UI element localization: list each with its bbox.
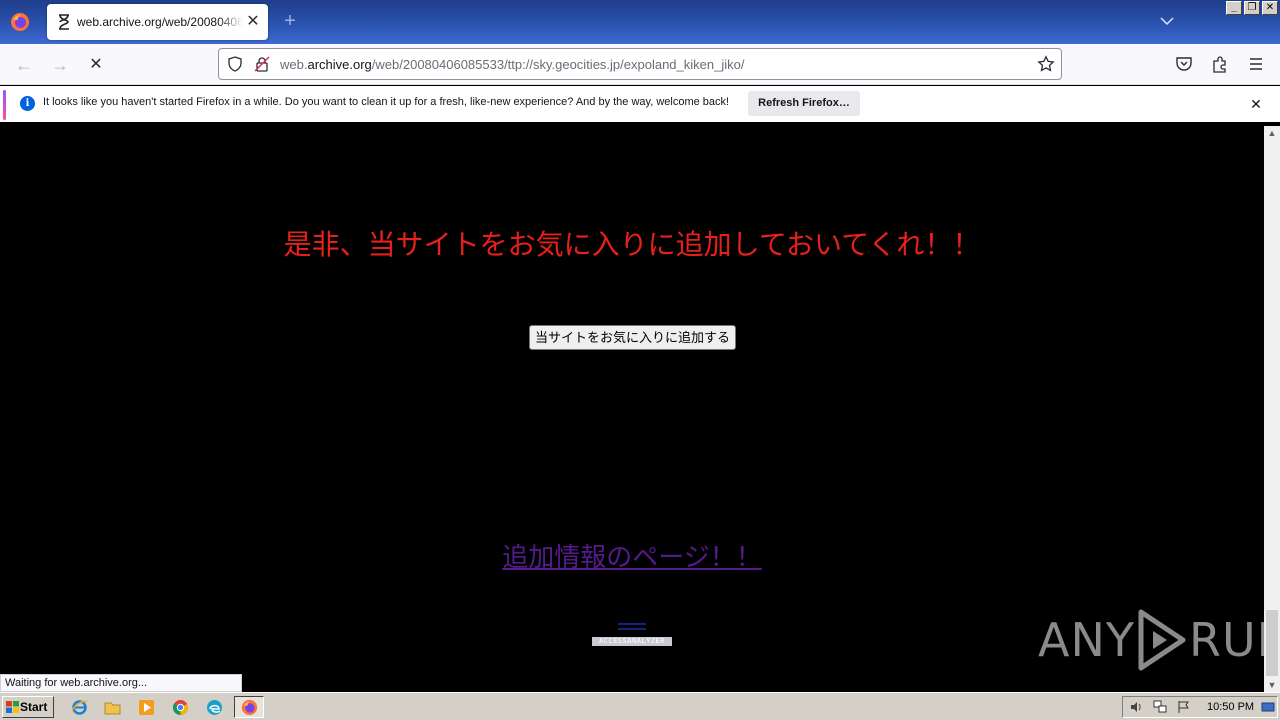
action-center-flag-icon[interactable]	[1177, 700, 1191, 714]
file-explorer-icon[interactable]	[104, 699, 121, 716]
insecure-lock-icon[interactable]	[254, 56, 270, 72]
network-icon[interactable]	[1153, 700, 1167, 714]
start-label: Start	[20, 700, 48, 714]
anyrun-watermark: ANY RUN	[1038, 608, 1280, 672]
status-panel: Waiting for web.archive.org...	[0, 674, 242, 692]
list-all-tabs-icon[interactable]	[1158, 12, 1176, 30]
url-bar[interactable]: web.archive.org/web/20080406085533/ttp:/…	[218, 48, 1062, 80]
scroll-down-arrow-icon[interactable]: ▼	[1264, 678, 1280, 692]
close-window-icon[interactable]: ✕	[1262, 1, 1278, 15]
notification-message: It looks like you haven't started Firefo…	[43, 96, 730, 108]
navigation-toolbar: ← → ✕ web.archive.org/web/20080406085533…	[0, 44, 1280, 85]
firefox-taskbar-button[interactable]	[234, 696, 264, 718]
access-analyzer-badge[interactable]: ACCESSANALYZER	[592, 637, 672, 646]
scroll-thumb[interactable]	[1266, 610, 1278, 676]
media-player-icon[interactable]	[138, 699, 155, 716]
bookmark-star-icon[interactable]	[1037, 55, 1055, 73]
restore-icon[interactable]: ❐	[1244, 1, 1260, 15]
edge-icon[interactable]	[206, 699, 223, 716]
add-to-favorites-button[interactable]: 当サイトをお気に入りに追加する	[529, 325, 736, 350]
tracking-protection-shield-icon[interactable]	[227, 56, 243, 72]
start-button[interactable]: Start	[2, 696, 54, 718]
window-controls: _ ❐ ✕	[1226, 1, 1278, 16]
tab-title: web.archive.org/web/20080406085533/ttp:/…	[77, 15, 243, 29]
minimize-icon[interactable]: _	[1226, 1, 1242, 15]
notification-bar: i It looks like you haven't started Fire…	[0, 86, 1280, 122]
page-content: 是非、当サイトをお気に入りに追加しておいてくれ！！ 当サイトをお気に入りに追加す…	[0, 126, 1280, 692]
refresh-firefox-button[interactable]: Refresh Firefox…	[748, 91, 860, 116]
taskbar: Start 10:50 PM	[0, 692, 1280, 720]
watermark-left-text: ANY	[1038, 613, 1135, 667]
tab-active[interactable]: web.archive.org/web/20080406085533/ttp:/…	[47, 4, 268, 40]
tab-bar: web.archive.org/web/20080406085533/ttp:/…	[0, 0, 1280, 44]
notification-close-icon[interactable]: ✕	[1247, 95, 1265, 113]
extensions-icon[interactable]	[1211, 55, 1229, 73]
windows-logo-icon	[6, 701, 19, 713]
chrome-icon[interactable]	[172, 699, 189, 716]
show-desktop-icon[interactable]	[1261, 700, 1275, 714]
firefox-icon	[241, 699, 258, 716]
volume-icon[interactable]	[1129, 700, 1143, 714]
notification-accent	[3, 90, 6, 120]
app-menu-icon[interactable]	[1247, 55, 1265, 73]
system-tray: 10:50 PM	[1122, 696, 1278, 718]
url-text[interactable]: web.archive.org/web/20080406085533/ttp:/…	[280, 57, 744, 72]
info-icon: i	[20, 96, 35, 111]
firefox-menu-icon[interactable]	[10, 12, 30, 32]
stop-loading-icon[interactable]: ✕	[83, 52, 109, 78]
forward-icon[interactable]: →	[47, 52, 73, 78]
back-icon[interactable]: ←	[11, 52, 37, 78]
additional-info-link[interactable]: 追加情報のページ！！	[0, 537, 1264, 574]
loading-hourglass-icon	[59, 14, 69, 30]
tab-close-icon[interactable]: ✕	[244, 13, 262, 31]
counter-image[interactable]	[618, 623, 646, 631]
clock[interactable]: 10:50 PM	[1207, 697, 1254, 717]
page-headline: 是非、当サイトをお気に入りに追加しておいてくれ！！	[283, 228, 981, 261]
play-logo-icon	[1138, 609, 1186, 671]
scroll-up-arrow-icon[interactable]: ▲	[1264, 126, 1280, 140]
new-tab-icon[interactable]: +	[280, 11, 300, 31]
vertical-scrollbar[interactable]: ▲ ▼	[1264, 126, 1280, 692]
pocket-icon[interactable]	[1175, 55, 1193, 73]
internet-explorer-icon[interactable]	[71, 699, 88, 716]
